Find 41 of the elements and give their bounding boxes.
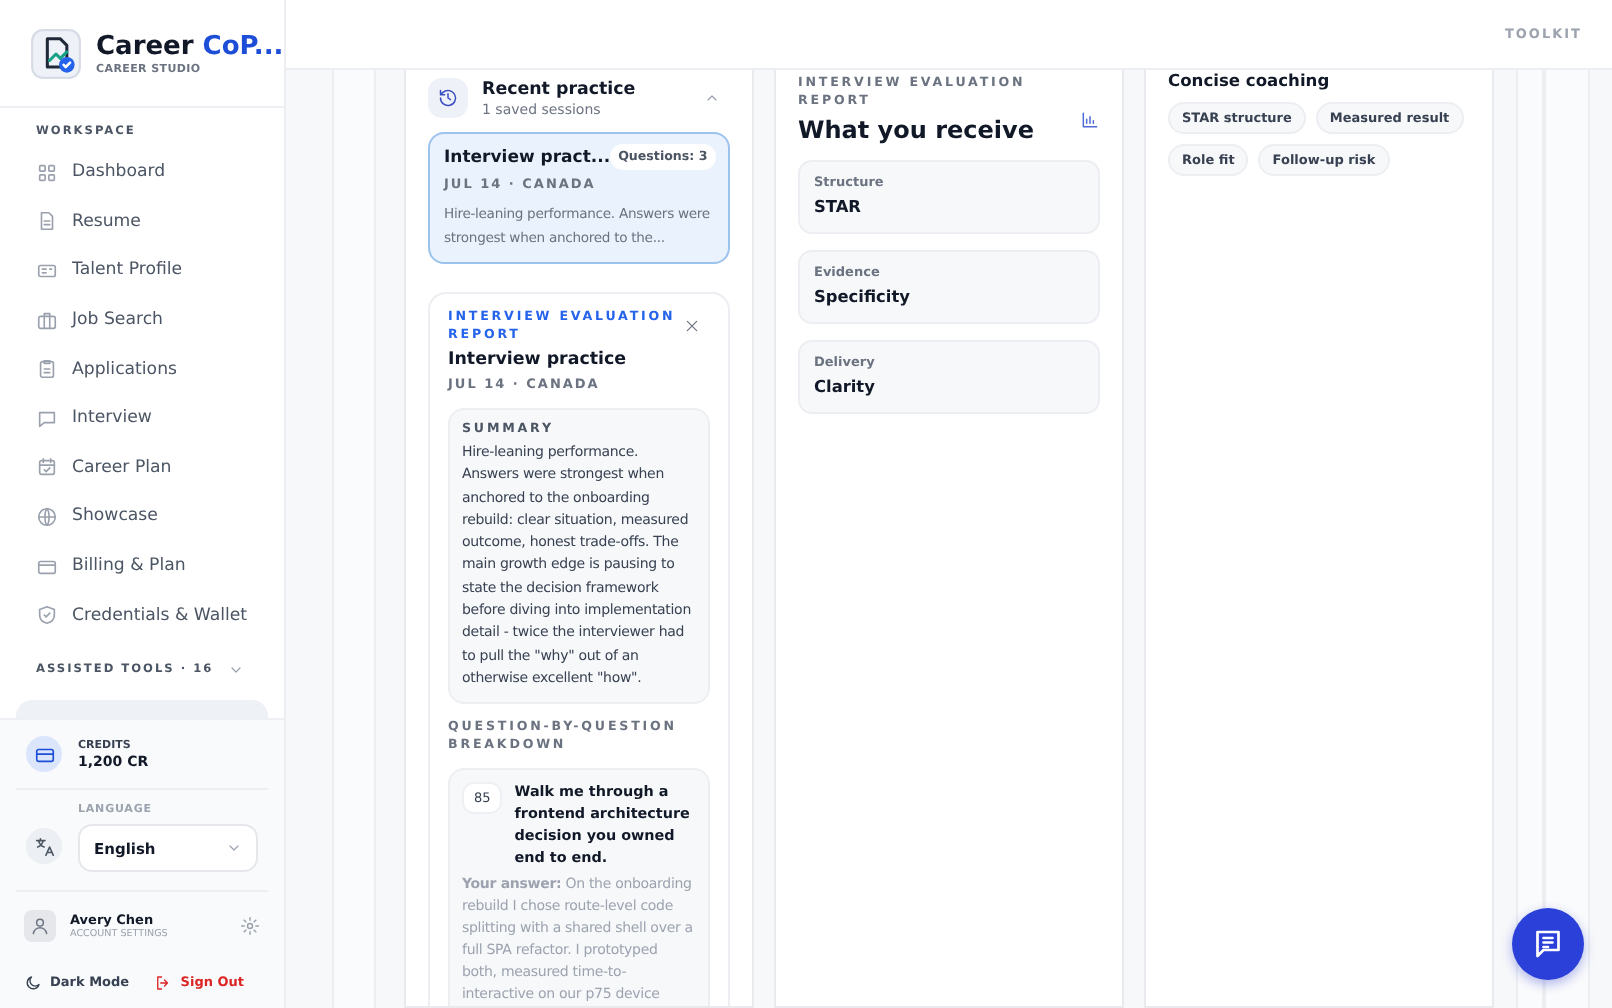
sidebar-item[interactable]: Interview — [16, 393, 268, 444]
briefcase-icon — [36, 309, 58, 332]
app-title: Career CoP... — [96, 31, 284, 61]
panel-title: Concise coaching — [1168, 70, 1332, 90]
logo-icon — [30, 27, 82, 79]
sidebar-item[interactable]: Billing & Plan — [16, 541, 268, 591]
sidebar-item[interactable]: Applications — [16, 344, 268, 394]
sidebar-item[interactable]: Showcase — [16, 492, 268, 542]
shield-icon — [36, 604, 58, 627]
id-card-icon — [36, 259, 58, 282]
history-icon — [428, 78, 468, 118]
bar-chart-icon — [1080, 110, 1100, 130]
sign-out-icon — [154, 973, 173, 991]
session-title: Interview pract... — [444, 147, 611, 167]
document-icon — [36, 210, 58, 233]
close-icon[interactable] — [684, 318, 700, 334]
translate-icon — [26, 828, 62, 864]
sidebar-item[interactable]: Resume — [16, 197, 268, 247]
grid-icon — [36, 161, 58, 184]
sidebar-item[interactable]: Credentials & Wallet — [16, 590, 268, 640]
clipboard-icon — [36, 358, 58, 381]
moon-icon — [24, 973, 42, 991]
sidebar-item[interactable]: Dashboard — [16, 148, 268, 198]
sidebar-item[interactable]: Talent Profile — [16, 246, 268, 296]
panel-title: What you receive — [798, 116, 1036, 144]
deliverable-value: Clarity — [814, 376, 877, 396]
sidebar-item[interactable]: Job Search — [16, 295, 268, 345]
globe-icon — [36, 505, 58, 528]
caret-icon — [226, 840, 242, 856]
credit-card-icon — [26, 736, 62, 772]
calendar-icon — [36, 456, 58, 479]
chat-bubble-icon — [36, 407, 58, 430]
chat-icon — [1530, 926, 1566, 962]
chevron-up-icon[interactable] — [704, 90, 720, 106]
section-title: Recent practice — [482, 79, 638, 99]
credit-card-icon — [36, 555, 58, 578]
deliverable-value: Specificity — [814, 286, 912, 306]
report-title: Interview practice — [448, 350, 629, 370]
deliverable-value: STAR — [814, 196, 863, 216]
avatar-icon — [24, 910, 56, 942]
sidebar-item[interactable]: Career Plan — [16, 443, 268, 493]
